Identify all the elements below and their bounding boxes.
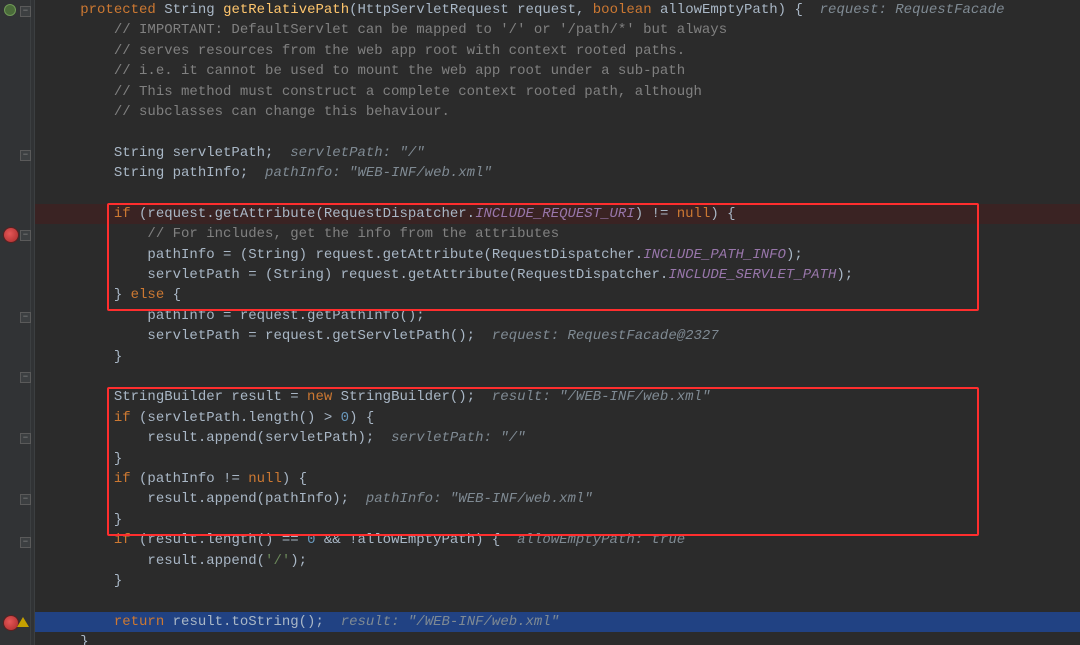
inlay-hint: result: "/WEB-INF/web.xml" bbox=[341, 614, 559, 630]
keyword-else: else bbox=[131, 287, 165, 303]
breakpoint-icon[interactable] bbox=[4, 616, 18, 630]
fold-icon[interactable]: − bbox=[20, 6, 31, 17]
string-literal: '/' bbox=[265, 553, 290, 569]
override-icon[interactable] bbox=[4, 4, 16, 16]
code-editor[interactable]: − − − − − − − − protected String getRela… bbox=[0, 0, 1080, 645]
param-name: request bbox=[517, 2, 576, 18]
fold-icon[interactable]: − bbox=[20, 433, 31, 444]
comment: // serves resources from the web app roo… bbox=[114, 43, 685, 59]
breakpoint-icon[interactable] bbox=[4, 228, 18, 242]
code-text: servletPath = (String) request.getAttrib… bbox=[147, 267, 668, 283]
code-text: servletPath = request.getServletPath(); bbox=[147, 328, 475, 344]
param-type: HttpServletRequest bbox=[358, 2, 509, 18]
keyword-if: if bbox=[114, 532, 131, 548]
keyword-new: new bbox=[307, 389, 332, 405]
fold-icon[interactable]: − bbox=[20, 372, 31, 383]
comment: // For includes, get the info from the a… bbox=[147, 226, 559, 242]
constant: INCLUDE_PATH_INFO bbox=[643, 247, 786, 263]
code-text: StringBuilder result = bbox=[114, 389, 307, 405]
inlay-hint: allowEmptyPath: true bbox=[517, 532, 685, 548]
param-name: allowEmptyPath bbox=[660, 2, 778, 18]
code-text: result.append( bbox=[147, 553, 265, 569]
warning-icon[interactable] bbox=[17, 617, 29, 627]
constant: INCLUDE_REQUEST_URI bbox=[475, 206, 635, 222]
gutter: − − − − − − − − bbox=[0, 0, 35, 645]
fold-icon[interactable]: − bbox=[20, 230, 31, 241]
keyword-protected: protected bbox=[80, 2, 156, 18]
method-name: getRelativePath bbox=[223, 2, 349, 18]
fold-icon[interactable]: − bbox=[20, 537, 31, 548]
keyword-if: if bbox=[114, 206, 131, 222]
fold-icon[interactable]: − bbox=[20, 494, 31, 505]
code-area[interactable]: protected String getRelativePath(HttpSer… bbox=[35, 0, 1080, 645]
inlay-hint: request: RequestFacade bbox=[820, 2, 1005, 18]
constant: INCLUDE_SERVLET_PATH bbox=[668, 267, 836, 283]
return-type: String bbox=[164, 2, 214, 18]
inlay-hint: pathInfo: "WEB-INF/web.xml" bbox=[265, 165, 492, 181]
inlay-hint: result: "/WEB-INF/web.xml" bbox=[492, 389, 710, 405]
code-text: result.toString(); bbox=[164, 614, 324, 630]
comment: // This method must construct a complete… bbox=[114, 84, 702, 100]
keyword-boolean: boolean bbox=[593, 2, 652, 18]
code-text: String servletPath; bbox=[114, 145, 274, 161]
code-text: result.append(servletPath); bbox=[147, 430, 374, 446]
code-text: (request.getAttribute(RequestDispatcher. bbox=[131, 206, 475, 222]
inlay-hint: request: RequestFacade@2327 bbox=[492, 328, 719, 344]
code-text: pathInfo = (String) request.getAttribute… bbox=[147, 247, 643, 263]
keyword-if: if bbox=[114, 410, 131, 426]
comment: // IMPORTANT: DefaultServlet can be mapp… bbox=[114, 22, 727, 38]
keyword-return: return bbox=[114, 614, 164, 630]
comment: // subclasses can change this behaviour. bbox=[114, 104, 450, 120]
code-text: pathInfo = request.getPathInfo(); bbox=[147, 308, 424, 324]
fold-icon[interactable]: − bbox=[20, 150, 31, 161]
fold-icon[interactable]: − bbox=[20, 312, 31, 323]
keyword-if: if bbox=[114, 471, 131, 487]
comment: // i.e. it cannot be used to mount the w… bbox=[114, 63, 685, 79]
code-text: String pathInfo; bbox=[114, 165, 248, 181]
inlay-hint: servletPath: "/" bbox=[290, 145, 424, 161]
inlay-hint: pathInfo: "WEB-INF/web.xml" bbox=[366, 491, 593, 507]
code-text: result.append(pathInfo); bbox=[147, 491, 349, 507]
inlay-hint: servletPath: "/" bbox=[391, 430, 525, 446]
